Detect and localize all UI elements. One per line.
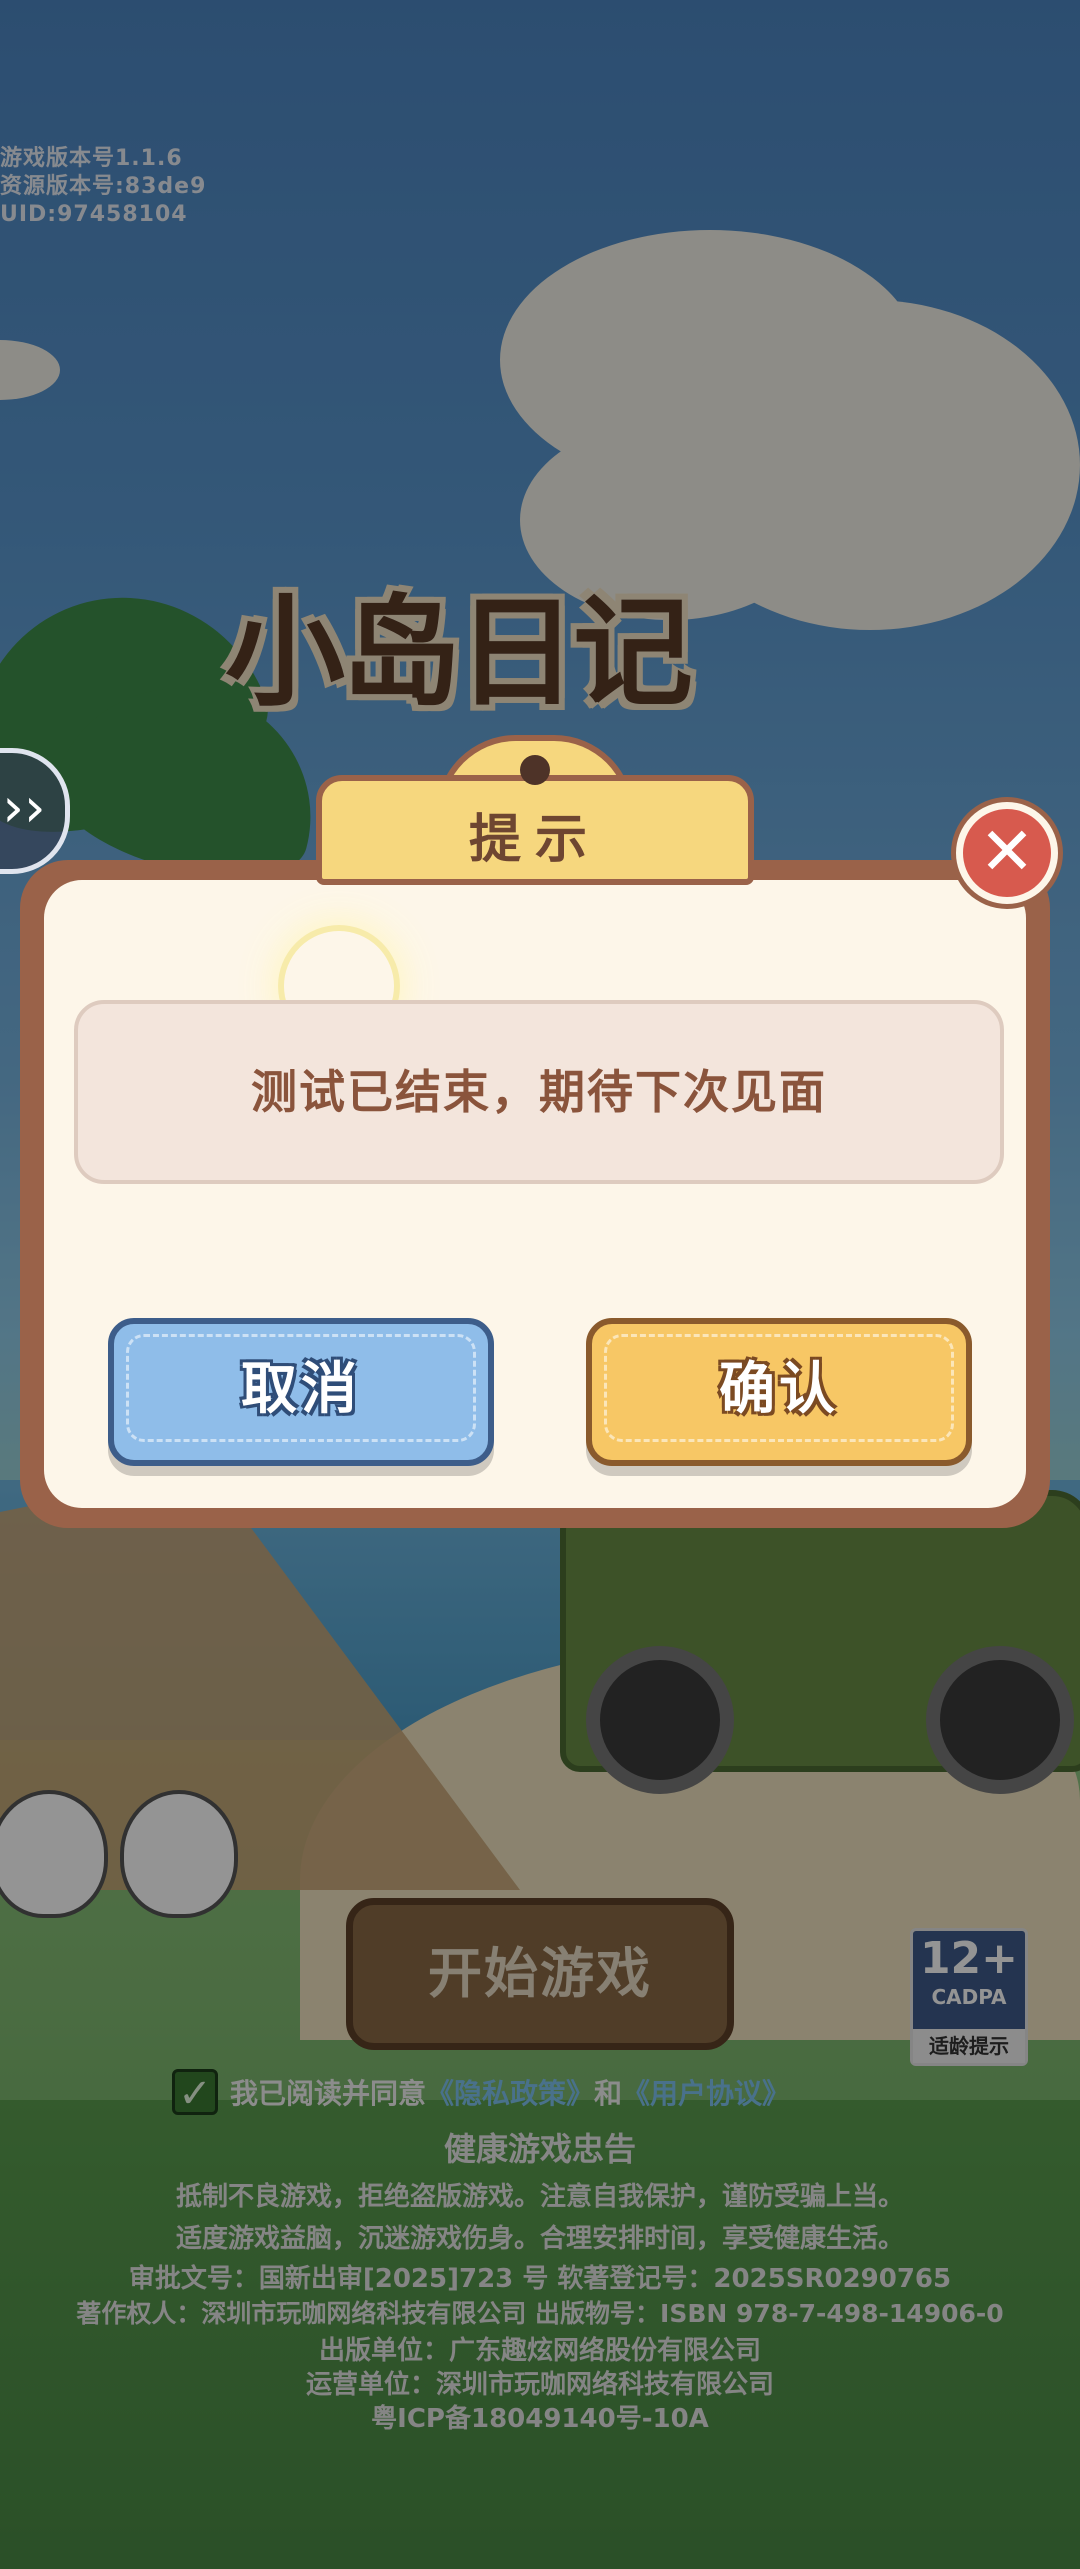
dialog-message-box: 测试已结束，期待下次见面 [74, 1000, 1004, 1184]
title-tab-hole [520, 755, 550, 785]
confirm-button[interactable]: 确认 [586, 1318, 972, 1466]
button-inner-border [126, 1334, 476, 1442]
dialog-title-tab: 提示 [316, 735, 754, 885]
close-icon[interactable]: ✕ [956, 802, 1058, 904]
dialog-message: 测试已结束，期待下次见面 [251, 1065, 827, 1119]
dialog-title: 提示 [468, 810, 601, 870]
button-inner-border [604, 1334, 954, 1442]
cancel-button[interactable]: 取消 [108, 1318, 494, 1466]
